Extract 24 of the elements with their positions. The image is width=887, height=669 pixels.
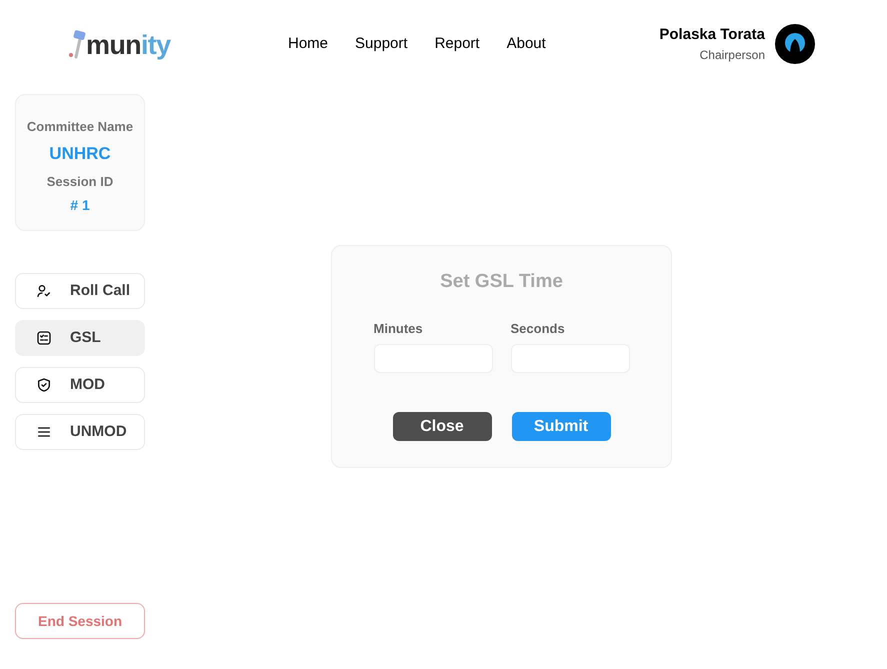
committee-name: UNHRC <box>49 142 111 164</box>
nav-link[interactable]: Home <box>288 32 328 56</box>
dialog-title: Set GSL Time <box>440 270 563 294</box>
field-label: Seconds <box>510 320 566 338</box>
field-label: Minutes <box>374 320 424 338</box>
logo-text: munity <box>86 32 170 59</box>
session-id-label: Session ID <box>46 173 114 191</box>
person-check-icon <box>36 283 52 299</box>
committee-name-label: Committee Name <box>26 118 134 136</box>
gavel-logo-icon <box>68 29 86 59</box>
checklist-icon <box>36 330 52 346</box>
close-button[interactable]: Close <box>392 412 492 441</box>
nav-link[interactable]: About <box>506 32 546 56</box>
user-role: Chairperson <box>700 47 765 64</box>
nav-link[interactable]: Support <box>355 32 408 56</box>
avatar-icon[interactable] <box>775 24 815 64</box>
sidebar-item[interactable]: GSL <box>15 320 145 356</box>
session-id: # 1 <box>70 196 90 214</box>
user-name: Polaska Torata <box>659 24 765 45</box>
nav-link[interactable]: Report <box>434 32 480 56</box>
sidebar-item[interactable]: Roll Call <box>15 273 145 309</box>
sidebar-item[interactable]: UNMOD <box>15 414 145 450</box>
shield-check-icon <box>36 377 52 393</box>
sidebar-item[interactable]: MOD <box>15 367 145 403</box>
